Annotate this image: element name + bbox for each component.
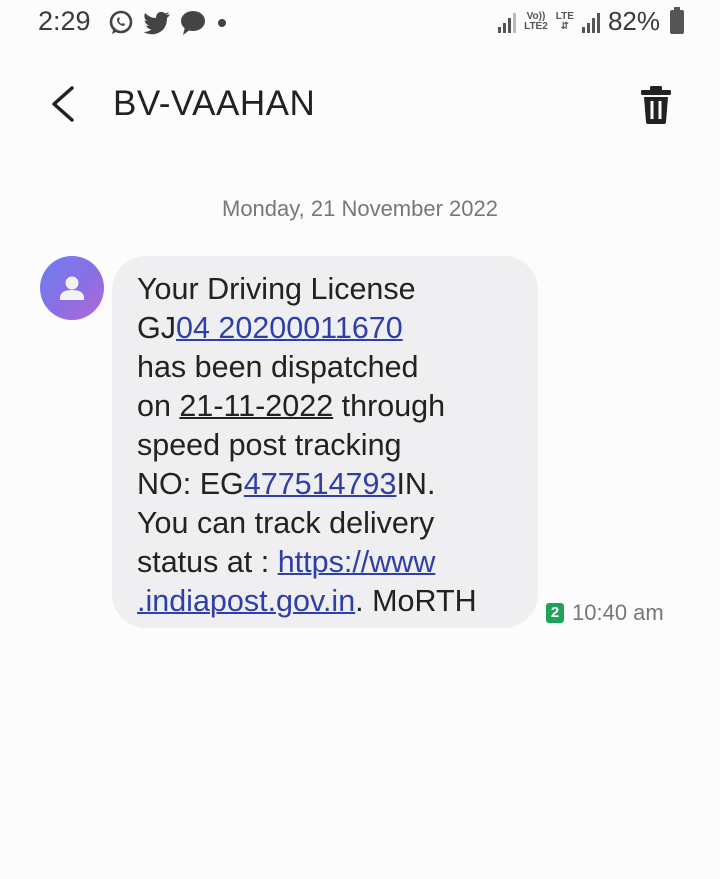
battery-icon <box>670 6 684 34</box>
status-bar: 2:29 Vo)) LTE2 LTE ⇵ 82% <box>0 0 720 48</box>
url-link[interactable]: https://www <box>278 545 436 579</box>
license-number-link[interactable]: 04 20200011670 <box>176 311 403 345</box>
message-line: GJ04 20200011670 <box>137 311 403 345</box>
message-line: has been dispatched <box>137 350 419 384</box>
message-line: speed post tracking <box>137 428 402 462</box>
back-arrow-icon <box>52 86 74 122</box>
message-time: 10:40 am <box>572 600 664 625</box>
status-time: 2:29 <box>38 6 91 36</box>
avatar[interactable] <box>40 256 104 320</box>
signal-icon <box>498 11 517 33</box>
chat-icon <box>181 11 205 35</box>
dot-icon <box>218 19 226 27</box>
message-line: on 21-11-2022 through <box>137 389 446 423</box>
lte-indicator: LTE ⇵ <box>555 10 574 32</box>
message-line: NO: EG477514793IN. <box>137 467 436 501</box>
battery-percent: 82% <box>607 6 660 36</box>
trash-icon <box>641 86 671 124</box>
message-line: Your Driving License <box>137 272 416 306</box>
signal-icon <box>581 11 600 33</box>
delete-button[interactable] <box>636 82 676 126</box>
back-button[interactable] <box>44 82 84 126</box>
date-link[interactable]: 21-11-2022 <box>179 389 333 423</box>
data-arrows-icon: ⇵ <box>560 20 570 32</box>
app-header: BV-VAAHAN <box>0 62 720 152</box>
sim-badge: 2 <box>546 603 564 623</box>
person-icon <box>60 276 84 300</box>
notification-icons <box>108 10 229 36</box>
tracking-number-link[interactable]: 477514793 <box>244 467 397 501</box>
message-line: status at : https://www <box>137 545 436 579</box>
whatsapp-icon <box>109 10 133 34</box>
url-link[interactable]: .indiapost.gov.in <box>137 584 355 618</box>
message-line: You can track delivery <box>137 506 435 540</box>
twitter-icon <box>143 11 170 35</box>
status-right: Vo)) LTE2 LTE ⇵ 82% <box>498 6 684 37</box>
message-bubble[interactable]: Your Driving License GJ04 20200011670 ha… <box>112 256 538 628</box>
conversation-title: BV-VAAHAN <box>113 84 316 123</box>
date-separator: Monday, 21 November 2022 <box>222 196 498 221</box>
message-meta: 2 10:40 am <box>546 600 664 626</box>
volte-indicator: Vo)) LTE2 <box>524 10 548 32</box>
message-line: .indiapost.gov.in. MoRTH <box>137 584 477 618</box>
